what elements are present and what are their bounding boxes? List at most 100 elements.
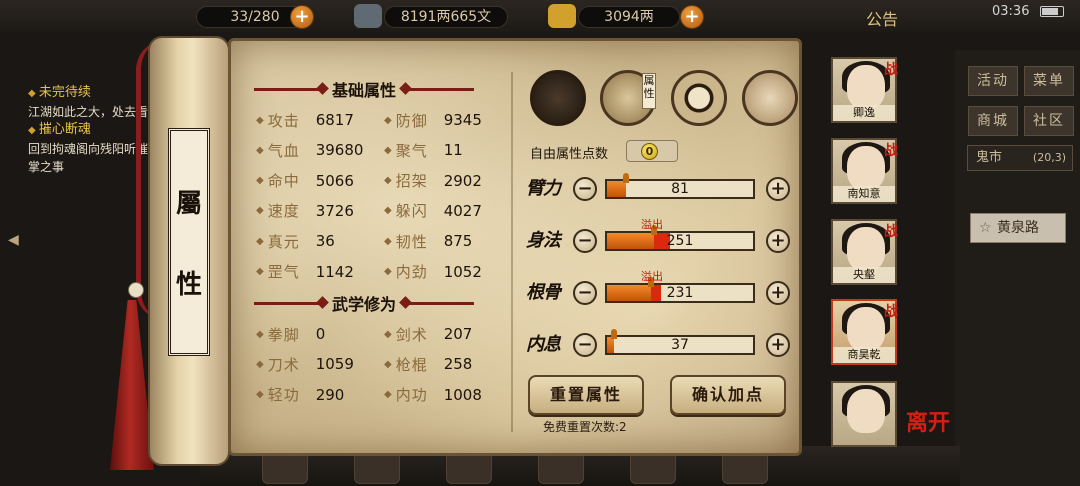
reset-attributes-button[interactable]: 重置属性: [528, 375, 644, 415]
attribute-name: 臂力: [526, 178, 561, 199]
increase-button[interactable]: +: [766, 333, 790, 357]
party-member-name: 商昊乾: [833, 347, 895, 363]
stat-item: ◆ 枪棍 258: [384, 355, 473, 374]
party-member-card[interactable]: [831, 381, 897, 447]
attribute-name: 身法: [526, 230, 561, 251]
attribute-bar: 251: [605, 225, 755, 251]
attribute-value: 251: [666, 233, 694, 249]
battle-badge: 战: [884, 304, 898, 320]
stat-label: 拳脚: [267, 325, 300, 344]
coin-pouch-icon: [354, 4, 382, 28]
increase-button[interactable]: +: [766, 281, 790, 305]
confirm-points-button[interactable]: 确认加点: [670, 375, 786, 415]
stat-label: 内劲: [395, 263, 428, 281]
party-member-name: 卿逸: [833, 105, 895, 121]
top-status-bar: [0, 0, 1080, 32]
decrease-button[interactable]: −: [573, 177, 597, 201]
overflow-label: 溢出: [641, 218, 663, 231]
add-gold-button[interactable]: +: [680, 5, 704, 29]
stat-label: 韧性: [395, 232, 428, 251]
scroll-title-char: 性: [175, 270, 202, 300]
stat-label: 攻击: [267, 111, 300, 130]
decrease-button[interactable]: −: [573, 281, 597, 305]
stat-item: ◆ 聚气 11: [384, 141, 463, 160]
stat-value: 290: [315, 385, 345, 404]
location-indicator: 鬼市 (20,3): [967, 145, 1073, 171]
stat-item: ◆ 速度 3726: [256, 201, 354, 221]
gold-value: 3094两: [604, 9, 654, 25]
attribute-value: 81: [671, 181, 689, 197]
stat-label: 罡气: [267, 263, 300, 281]
stat-value: 36: [315, 232, 335, 251]
gold-ingot-icon: [548, 4, 576, 28]
stat-item: ◆ 内劲 1052: [384, 262, 482, 282]
attribute-value: 37: [671, 337, 689, 353]
leave-button[interactable]: 离开: [906, 405, 950, 437]
decrease-button[interactable]: −: [573, 229, 597, 253]
portrait-face: [847, 307, 885, 351]
party-member-name: 南知意: [833, 186, 895, 202]
stat-item: ◆ 韧性 875: [384, 232, 473, 251]
stat-item: ◆ 罡气 1142: [256, 262, 354, 282]
attribute-name: 内息: [526, 334, 561, 355]
menu-button[interactable]: 菜单: [1024, 66, 1074, 96]
stat-item: ◆ 气血 39680: [256, 141, 364, 160]
stat-item: ◆ 拳脚 0: [256, 325, 326, 344]
stat-value: 1008: [443, 385, 482, 404]
money-box: 8191两665文: [384, 6, 508, 28]
decrease-button[interactable]: −: [573, 333, 597, 357]
bagua-icon[interactable]: [671, 70, 727, 126]
collapse-arrow-icon[interactable]: ◀: [8, 232, 19, 248]
stat-label: 枪棍: [395, 355, 428, 374]
character-avatar-icon[interactable]: [530, 70, 586, 126]
stat-value: 3726: [315, 201, 354, 220]
panel-divider: [511, 72, 513, 432]
stat-item: ◆ 招架 2902: [384, 171, 482, 191]
stat-label: 速度: [267, 202, 300, 221]
community-button[interactable]: 社区: [1024, 106, 1074, 136]
gold-box: 3094两: [578, 6, 680, 28]
attribute-bar: 231: [605, 277, 755, 303]
stat-value: 1059: [315, 355, 354, 374]
stat-label: 防御: [395, 111, 428, 130]
stat-label: 气血: [267, 141, 300, 160]
location-name: 鬼市: [976, 150, 1003, 165]
stat-label: 轻功: [267, 386, 300, 405]
free-points-label: 自由属性点数: [530, 147, 609, 162]
stat-label: 命中: [267, 172, 300, 191]
martial-stats-title: 武学修为: [254, 292, 475, 314]
stat-label: 聚气: [395, 141, 428, 160]
attribute-name: 根骨: [526, 282, 561, 303]
activity-button[interactable]: 活动: [968, 66, 1018, 96]
stat-value: 875: [443, 232, 473, 251]
attribute-tab-label: 属性: [642, 73, 656, 109]
portrait-face: [847, 65, 885, 109]
clock: 03:36: [992, 4, 1030, 19]
increase-button[interactable]: +: [766, 229, 790, 253]
stat-item: ◆ 刀术 1059: [256, 355, 354, 374]
battle-badge: 战: [884, 62, 898, 78]
portrait-face: [847, 389, 885, 433]
stat-value: 258: [443, 355, 473, 374]
stat-label: 招架: [395, 172, 428, 191]
stat-value: 6817: [315, 111, 354, 129]
add-stamina-button[interactable]: +: [290, 5, 314, 29]
stat-label: 真元: [267, 232, 300, 251]
stat-value: 11: [443, 141, 463, 160]
portrait-face: [847, 227, 885, 271]
stat-value: 5066: [315, 171, 354, 190]
free-reset-count: 免费重置次数:2: [543, 420, 627, 434]
stat-item: ◆ 轻功 290: [256, 385, 345, 405]
mall-button[interactable]: 商城: [968, 106, 1018, 136]
location-coords: (20,3): [1032, 151, 1066, 164]
announcement-button[interactable]: 公告: [866, 6, 898, 30]
stat-value: 39680: [315, 141, 364, 160]
scroll-title: 屬 性: [168, 128, 210, 356]
portrait-face: [847, 146, 885, 190]
stat-value: 0: [315, 325, 326, 343]
stat-item: ◆ 攻击 6817: [256, 111, 354, 130]
meridian-figure-icon[interactable]: [742, 70, 798, 126]
road-button[interactable]: 黄泉路: [970, 213, 1066, 243]
tassel-bead: [128, 282, 144, 298]
increase-button[interactable]: +: [766, 177, 790, 201]
